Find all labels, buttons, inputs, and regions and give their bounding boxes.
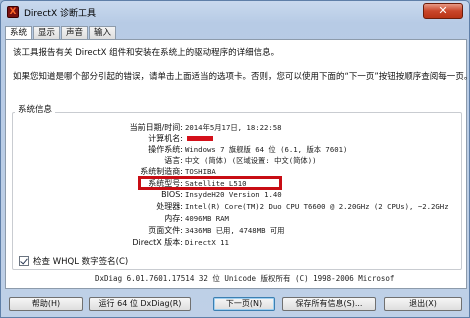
whql-check-row[interactable]: 检查 WHQL 数字签名(C) [19,255,128,267]
whql-checkbox[interactable] [19,256,29,266]
info-row-pagefile: 页面文件: 3436MB 已用, 4748MB 可用 [6,225,446,236]
tab-strip: 系统 显示 声音 输入 [5,26,117,41]
info-value: Windows 7 旗舰版 64 位 (6.1, 版本 7601) [185,145,348,154]
intro-text-2: 如果您知道是哪个部分引起的错误，请单击上面适当的选项卡。否则，您可以使用下面的“… [13,72,470,82]
system-tab-panel: 该工具报告有关 DirectX 组件和安装在系统上的驱动程序的详细信息。 如果您… [5,39,470,289]
intro-text-1: 该工具报告有关 DirectX 组件和安装在系统上的驱动程序的详细信息。 [13,48,280,58]
save-all-info-button[interactable]: 保存所有信息(S)... [282,297,376,311]
info-value: 4096MB RAM [185,214,229,223]
window-title: DirectX 诊断工具 [24,8,96,19]
info-row-computer-name: 计算机名: [6,133,446,144]
redaction-mark [187,136,213,141]
model-highlight-box [138,176,282,190]
info-value: Intel(R) Core(TM)2 Duo CPU T6600 @ 2.20G… [185,202,449,211]
help-button[interactable]: 帮助(H) [9,297,83,311]
info-value: 中文 (简体) (区域设置: 中文(简体)) [185,156,317,165]
info-row-directx-version: DirectX 版本: DirectX 11 [6,237,446,248]
info-label: 当前日期/时间: [129,123,183,132]
next-page-button[interactable]: 下一页(N) [213,297,275,311]
directx-app-icon: X [7,6,19,18]
info-value: DirectX 11 [185,238,229,247]
tab-display[interactable]: 显示 [33,26,61,40]
dxdiag-window: X DirectX 诊断工具 ✕ 系统 显示 声音 输入 该工具报告有关 Dir… [0,0,470,318]
info-label: 内存: [164,214,183,223]
info-row-memory: 内存: 4096MB RAM [6,213,446,224]
title-bar[interactable]: X DirectX 诊断工具 ✕ [1,1,469,23]
info-row-os: 操作系统: Windows 7 旗舰版 64 位 (6.1, 版本 7601) [6,144,446,155]
version-info-text: DxDiag 6.01.7601.17514 32 位 Unicode 版权所有… [95,274,395,283]
info-row-datetime: 当前日期/时间: 2014年5月17日, 18:22:58 [6,122,446,133]
info-row-processor: 处理器: Intel(R) Core(TM)2 Duo CPU T6600 @ … [6,201,449,212]
info-label: BIOS: [161,190,183,199]
info-row-language: 语言: 中文 (简体) (区域设置: 中文(简体)) [6,155,446,166]
info-label: DirectX 版本: [132,238,183,247]
exit-button[interactable]: 退出(X) [384,297,462,311]
tab-input[interactable]: 输入 [89,26,117,40]
info-value: InsydeH20 Version 1.40 [185,190,282,199]
info-value: 2014年5月17日, 18:22:58 [185,123,282,132]
info-label: 计算机名: [148,134,183,143]
system-info-group-title: 系统信息 [15,103,56,115]
tab-sound[interactable]: 声音 [61,26,89,40]
info-label: 处理器: [156,202,183,211]
info-label: 页面文件: [148,226,183,235]
info-label: 语言: [164,156,183,165]
whql-checkbox-label: 检查 WHQL 数字签名(C) [33,257,129,267]
run-64bit-dxdiag-button[interactable]: 运行 64 位 DxDiag(R) [89,297,191,311]
info-value: 3436MB 已用, 4748MB 可用 [185,226,285,235]
info-row-bios: BIOS: InsydeH20 Version 1.40 [6,189,446,200]
info-label: 操作系统: [148,145,183,154]
close-button[interactable]: ✕ [423,3,463,19]
